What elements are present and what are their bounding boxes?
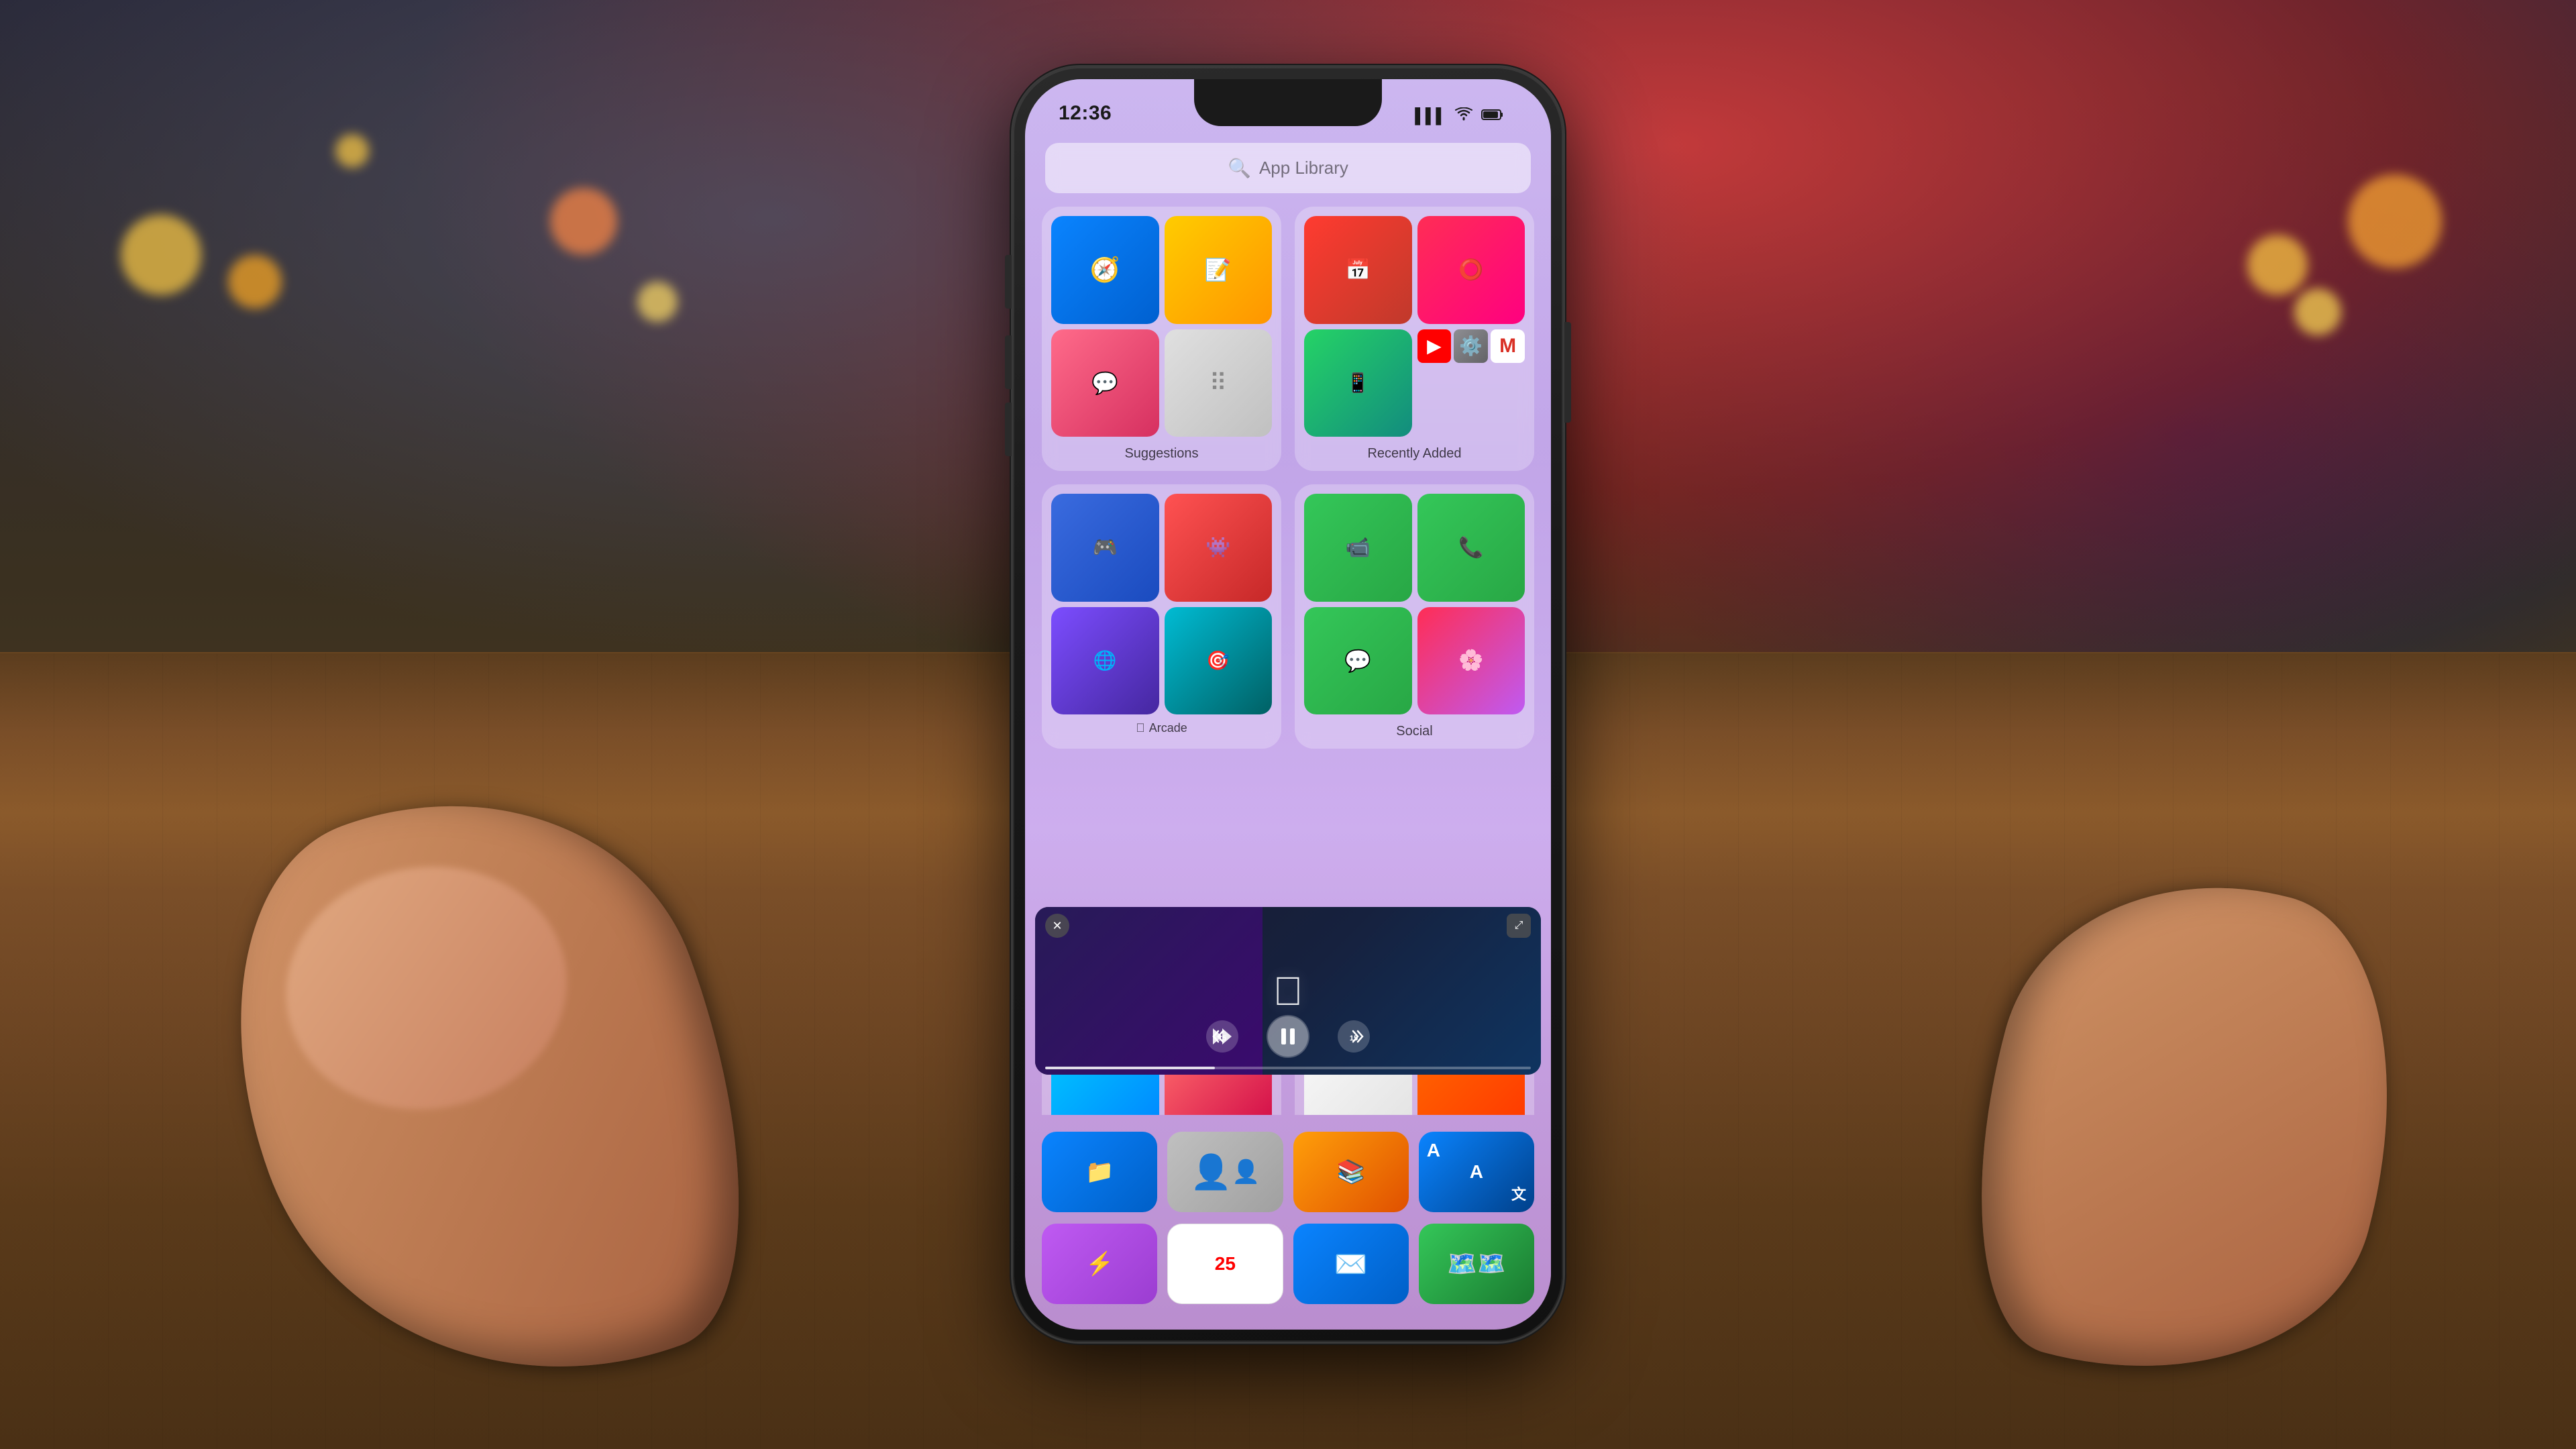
app-icon-notes[interactable]	[1165, 216, 1273, 324]
app-icon-bezel[interactable]	[1417, 216, 1525, 324]
folder-recently-added[interactable]: Recently Added	[1295, 207, 1534, 471]
pip-progress-bar[interactable]	[1045, 1067, 1531, 1069]
status-time: 12:36	[1059, 102, 1112, 125]
app-icon-facetime[interactable]	[1304, 494, 1412, 602]
app-icon-maps[interactable]: 🗺️	[1419, 1224, 1534, 1304]
apple-arcade-icon: 	[1136, 721, 1145, 735]
app-icon-speeko[interactable]	[1051, 329, 1159, 437]
app-icon-calendar[interactable]	[1167, 1224, 1283, 1304]
status-icons: ▌▌▌	[1415, 107, 1517, 125]
iphone-screen: 12:36 ▌▌▌	[1025, 79, 1551, 1330]
search-placeholder: App Library	[1259, 158, 1348, 178]
bottom-row-2: ✉️ 🗺️	[1042, 1224, 1534, 1304]
app-icon-files[interactable]	[1042, 1132, 1157, 1212]
folder-suggestions[interactable]: Suggestions	[1042, 207, 1281, 471]
app-icon-arcade4[interactable]	[1165, 607, 1273, 715]
pip-progress-fill	[1045, 1067, 1215, 1069]
pip-video-overlay[interactable]:  ✕ ⤢	[1035, 907, 1541, 1075]
notch	[1194, 79, 1382, 126]
signal-icon: ▌▌▌	[1415, 107, 1446, 125]
app-icon-books[interactable]	[1293, 1132, 1409, 1212]
close-icon: ✕	[1052, 919, 1062, 933]
app-icon-gmail[interactable]	[1491, 329, 1525, 364]
search-icon: 🔍	[1228, 157, 1251, 179]
pip-close-button[interactable]: ✕	[1045, 914, 1069, 938]
wifi-icon	[1454, 107, 1473, 125]
bokeh-light	[2294, 288, 2341, 335]
bottom-row-1: 👤 A 文	[1042, 1132, 1534, 1212]
bokeh-light	[2348, 174, 2442, 268]
folder-label-social: Social	[1304, 721, 1525, 739]
app-icon-messages[interactable]	[1304, 607, 1412, 715]
expand-icon: ⤢	[1515, 920, 1523, 932]
apple-logo-icon: 	[1273, 968, 1303, 1014]
bokeh-light	[121, 215, 201, 295]
folder-grid-recently-added	[1304, 216, 1525, 437]
folder-grid-social	[1304, 494, 1525, 714]
app-icon-phone[interactable]	[1417, 494, 1525, 602]
folder-grid-suggestions	[1051, 216, 1272, 437]
folder-social[interactable]: Social	[1295, 484, 1534, 749]
iphone-frame: 12:36 ▌▌▌	[1013, 67, 1563, 1342]
app-icon-whatsapp[interactable]	[1304, 329, 1412, 437]
app-icon-arcade1[interactable]	[1051, 494, 1159, 602]
app-grid: Suggestions	[1042, 207, 1534, 749]
bokeh-light	[335, 134, 369, 168]
app-icon-arcade3[interactable]	[1051, 607, 1159, 715]
folder-label-recently-added: Recently Added	[1304, 443, 1525, 462]
scene: 12:36 ▌▌▌	[0, 0, 2576, 1449]
bokeh-light	[550, 188, 617, 255]
folder-arcade[interactable]:  Arcade	[1042, 484, 1281, 749]
app-icon-mail2[interactable]: ✉️	[1293, 1224, 1409, 1304]
pip-forward-button[interactable]: 15	[1336, 1019, 1371, 1054]
bokeh-light	[228, 255, 282, 309]
app-icon-arcade2[interactable]	[1165, 494, 1273, 602]
app-icon-shortcuts[interactable]	[1042, 1224, 1157, 1304]
folder-grid-arcade	[1051, 494, 1272, 714]
folder-label-suggestions: Suggestions	[1051, 443, 1272, 462]
app-icon-safari[interactable]	[1051, 216, 1159, 324]
search-bar[interactable]: 🔍 App Library	[1045, 143, 1531, 193]
app-icon-settings[interactable]	[1454, 329, 1488, 364]
pip-controls: 15	[1035, 1015, 1541, 1058]
battery-icon	[1481, 107, 1504, 125]
folder-label-arcade:  Arcade	[1051, 721, 1272, 735]
app-icon-fantastical[interactable]	[1304, 216, 1412, 324]
pip-pause-button[interactable]	[1267, 1015, 1309, 1058]
pip-rewind-button[interactable]: 15	[1205, 1019, 1240, 1054]
bokeh-light	[2247, 235, 2308, 295]
iphone-wrapper: 12:36 ▌▌▌	[1013, 67, 1563, 1342]
bokeh-light	[637, 282, 678, 322]
pip-header: ✕ ⤢	[1035, 907, 1541, 945]
pip-expand-button[interactable]: ⤢	[1507, 914, 1531, 938]
app-icon-youtube[interactable]	[1417, 329, 1452, 364]
app-icon-bezel2[interactable]	[1417, 607, 1525, 715]
app-icon-translate[interactable]: A 文	[1419, 1132, 1534, 1212]
app-icon-dots[interactable]	[1165, 329, 1273, 437]
app-icon-contacts[interactable]: 👤	[1167, 1132, 1283, 1212]
